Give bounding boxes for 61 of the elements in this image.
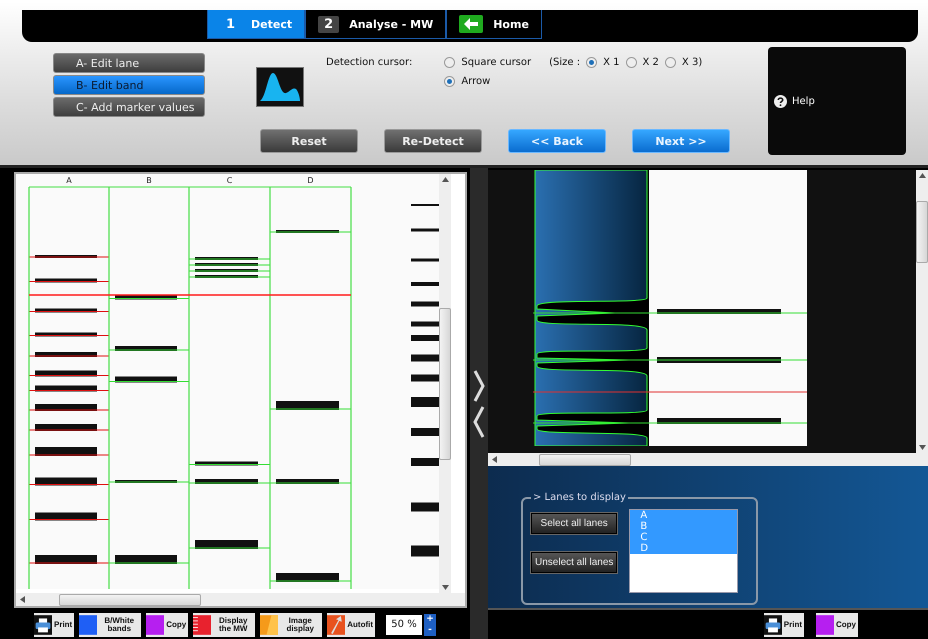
mode-button[interactable]: A- Edit lane xyxy=(53,53,205,73)
radio-option[interactable]: Square cursor xyxy=(444,57,532,68)
swatch-icon xyxy=(79,612,98,636)
lane-label: A xyxy=(66,176,72,185)
radio-option[interactable]: X 1 xyxy=(586,57,620,68)
swatch-icon xyxy=(260,612,278,636)
copy-button[interactable]: Copy xyxy=(146,612,188,636)
splitter-handle[interactable] xyxy=(470,168,488,639)
action-button[interactable]: Re-Detect xyxy=(384,129,482,153)
unselect-all-button[interactable]: Unselect all lanes xyxy=(531,552,618,573)
autofit-button[interactable]: Autofit xyxy=(327,612,375,636)
horizontal-scrollbar[interactable] xyxy=(488,453,928,466)
step-tab[interactable]: 1 Detect xyxy=(207,10,306,39)
expand-collapse-icon xyxy=(473,368,485,438)
zoom-field[interactable]: 50 % xyxy=(386,614,422,634)
vertical-scrollbar[interactable] xyxy=(439,174,451,593)
lane-label: C xyxy=(226,176,232,185)
help-button[interactable]: Help xyxy=(774,94,815,108)
ruler-icon xyxy=(193,612,212,636)
lane-label: B xyxy=(146,176,152,185)
scroll-thumb[interactable] xyxy=(59,594,201,606)
radio-option[interactable]: X 3) xyxy=(664,57,702,68)
radio-option[interactable]: Arrow xyxy=(444,76,702,87)
vertical-scrollbar[interactable] xyxy=(916,170,928,453)
horizontal-scrollbar[interactable] xyxy=(16,593,465,606)
step-tab[interactable]: 2 Analyse - MW xyxy=(305,10,446,39)
swatch-icon xyxy=(816,612,834,636)
select-all-button[interactable]: Select all lanes xyxy=(531,513,618,534)
step-number: 2 xyxy=(318,16,340,32)
scroll-thumb[interactable] xyxy=(916,200,928,262)
lane-label: D xyxy=(307,176,314,185)
swatch-icon xyxy=(146,612,164,636)
step-tab[interactable]: Home xyxy=(446,10,542,39)
help-icon xyxy=(774,94,787,108)
radio-option[interactable]: X 2 xyxy=(626,57,659,68)
scroll-down-icon[interactable] xyxy=(442,585,448,590)
mode-button[interactable]: B- Edit band xyxy=(53,75,205,95)
mode-button[interactable]: C- Add marker values xyxy=(53,97,205,117)
peak-chart-icon xyxy=(256,67,304,107)
zoom-out-button[interactable]: - xyxy=(424,624,436,636)
image-display-button[interactable]: Image display xyxy=(260,612,322,636)
scroll-left-icon[interactable] xyxy=(20,596,25,603)
size-label: (Size : xyxy=(549,57,580,68)
zoom-in-button[interactable]: + xyxy=(424,614,436,624)
display-mw-button[interactable]: Display the MW xyxy=(193,612,256,636)
printer-icon xyxy=(764,612,782,636)
group-title: > Lanes to display xyxy=(532,492,627,503)
printer-icon xyxy=(34,612,52,636)
scroll-up-icon[interactable] xyxy=(442,177,448,182)
print-button[interactable]: Print xyxy=(764,612,804,636)
print-button[interactable]: Print xyxy=(34,612,74,636)
copy-button[interactable]: Copy xyxy=(816,612,858,636)
detection-cursor-label: Detection cursor: xyxy=(326,57,412,70)
scroll-down-icon[interactable] xyxy=(918,445,926,450)
scroll-left-icon[interactable] xyxy=(492,456,497,463)
action-button[interactable]: Reset xyxy=(260,129,358,153)
scroll-up-icon[interactable] xyxy=(918,173,926,178)
scroll-thumb[interactable] xyxy=(539,454,631,466)
step-number: 1 xyxy=(225,16,236,32)
bw-bands-button[interactable]: B/White bands xyxy=(79,612,142,636)
scroll-thumb[interactable] xyxy=(439,308,451,460)
